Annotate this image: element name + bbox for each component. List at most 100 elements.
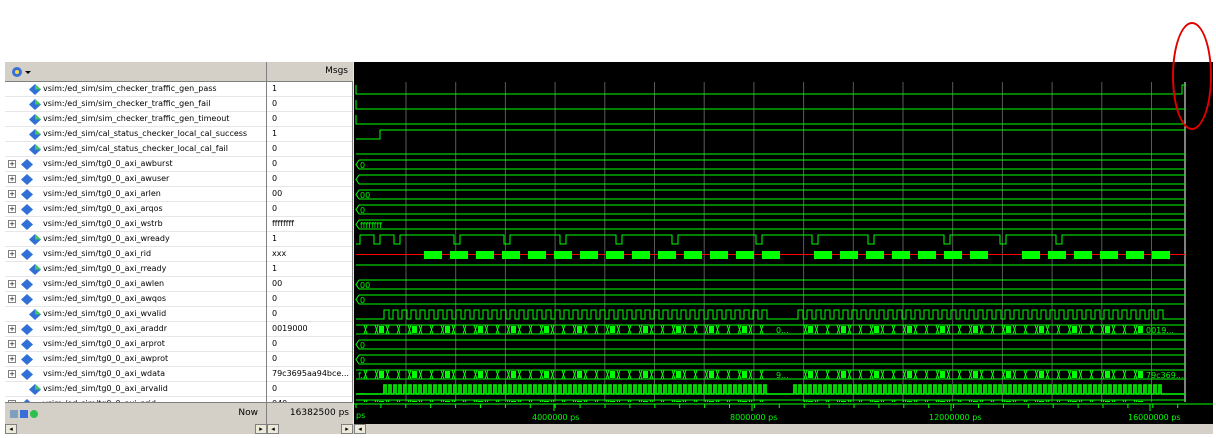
waveform-trace [440, 324, 445, 335]
waveform-trace [1100, 251, 1118, 259]
values-scroll-left-button[interactable]: ◂ [267, 424, 279, 434]
waveform-value-label: 0019... [1146, 326, 1174, 335]
waveform-value-label: 0... [776, 326, 789, 335]
wave-tools-icon[interactable] [11, 65, 33, 79]
expand-toggle-icon[interactable]: + [8, 205, 16, 213]
signal-name-row[interactable]: + vsim:/ed_sim/tg0_0_axi_awqos [5, 292, 266, 307]
waveform-trace [355, 354, 1185, 365]
signal-name-row[interactable]: + vsim:/ed_sim/tg0_0_axi_arprot [5, 337, 266, 352]
horizontal-scrollbars[interactable]: ◂ ▸ ◂ ▸ ◂ [5, 424, 1213, 434]
expand-toggle-icon[interactable]: + [8, 355, 16, 363]
now-row: Now [5, 402, 267, 424]
waveform-trace [858, 369, 863, 380]
waveform-trace [940, 326, 945, 333]
signal-name-row[interactable]: vsim:/ed_sim/sim_checker_traffic_gen_pas… [5, 82, 266, 97]
wave-scroll-left-button[interactable]: ◂ [354, 424, 366, 434]
signal-values-pane[interactable]: 1 0 0 1 0 0 0 00 0 ffffffff 1 xxx 1 00 0 0 0019000 0 0 79c3… [267, 82, 353, 412]
signal-names-pane[interactable]: vsim:/ed_sim/sim_checker_traffic_gen_pas… [5, 82, 267, 412]
waveform-trace [577, 371, 582, 378]
waveform-trace [715, 369, 720, 380]
signal-diamond-icon [21, 189, 33, 200]
expand-toggle-icon[interactable]: + [8, 280, 16, 288]
signal-name: vsim:/ed_sim/cal_status_checker_local_ca… [43, 129, 248, 138]
signal-name-row[interactable]: + vsim:/ed_sim/tg0_0_axi_wstrb [5, 217, 266, 232]
waveform-trace [709, 326, 714, 333]
signal-name-row[interactable]: vsim:/ed_sim/cal_status_checker_local_ca… [5, 127, 266, 142]
signal-name-row[interactable]: + vsim:/ed_sim/tg0_0_axi_awburst [5, 157, 266, 172]
signal-name-row[interactable]: vsim:/ed_sim/tg0_0_axi_wvalid [5, 307, 266, 322]
expand-toggle-icon[interactable]: + [8, 325, 16, 333]
signal-name-row[interactable]: + vsim:/ed_sim/tg0_0_axi_wdata [5, 367, 266, 382]
signal-value: 1 [267, 82, 352, 97]
waveform-trace [572, 369, 577, 380]
cursor-tools-icon[interactable] [9, 408, 39, 420]
waveform-trace [709, 371, 714, 378]
waveform-trace [649, 369, 654, 380]
waveform-trace [968, 369, 973, 380]
waveform-trace [450, 251, 468, 259]
values-scroll-right-button[interactable]: ▸ [341, 424, 353, 434]
waveform-trace [643, 371, 648, 378]
waveform-trace [355, 100, 1185, 110]
expand-toggle-icon[interactable]: + [8, 295, 16, 303]
waveform-trace [874, 326, 879, 333]
now-label: Now [238, 408, 258, 418]
signal-name-row[interactable]: + vsim:/ed_sim/tg0_0_axi_awprot [5, 352, 266, 367]
waveform-trace [462, 369, 467, 380]
expand-toggle-icon[interactable]: + [8, 175, 16, 183]
signal-name-row[interactable]: vsim:/ed_sim/cal_status_checker_local_ca… [5, 142, 266, 157]
signal-name-row[interactable]: + vsim:/ed_sim/tg0_0_axi_arlen [5, 187, 266, 202]
names-scroll-right-button[interactable]: ▸ [255, 424, 267, 434]
waveform-trace [814, 324, 819, 335]
waveform-trace [742, 371, 747, 378]
waveform-trace [561, 324, 566, 335]
expand-toggle-icon[interactable]: + [8, 250, 16, 258]
signal-name-row[interactable]: + vsim:/ed_sim/tg0_0_axi_araddr [5, 322, 266, 337]
waveform-trace [517, 324, 522, 335]
names-scroll-left-button[interactable]: ◂ [5, 424, 17, 434]
signal-name-row[interactable]: + vsim:/ed_sim/tg0_0_axi_rid [5, 247, 266, 262]
signal-name: vsim:/ed_sim/tg0_0_axi_rready [43, 264, 167, 273]
annotation-circle [1172, 22, 1212, 130]
expand-toggle-icon[interactable]: + [8, 370, 16, 378]
signal-name-row[interactable]: vsim:/ed_sim/sim_checker_traffic_gen_fai… [5, 97, 266, 112]
waveform-trace [869, 324, 874, 335]
expand-toggle-icon[interactable]: + [8, 190, 16, 198]
waveform-trace [511, 326, 516, 333]
signal-name-row[interactable]: + vsim:/ed_sim/tg0_0_axi_awlen [5, 277, 266, 292]
signal-value: 0 [267, 352, 352, 367]
waveform-trace [759, 369, 764, 380]
waveform-trace [385, 369, 390, 380]
waveform-value-label: 0 [360, 206, 365, 215]
waveform-trace [990, 369, 995, 380]
waveform-pane[interactable]: 0 00 0 ffffffff 00 0 0 0 0... 0019... f... 9... 79c3… [354, 82, 1213, 410]
signal-diamond-icon [21, 369, 33, 380]
expand-toggle-icon[interactable]: + [8, 160, 16, 168]
waveform-trace [355, 219, 1185, 230]
waveform-trace [841, 371, 846, 378]
signal-name-row[interactable]: vsim:/ed_sim/tg0_0_axi_rready [5, 262, 266, 277]
waveform-trace [554, 251, 572, 259]
signal-name-row[interactable]: vsim:/ed_sim/sim_checker_traffic_gen_tim… [5, 112, 266, 127]
waveform-trace [1152, 251, 1170, 259]
waveform-trace [1012, 324, 1017, 335]
waveform-trace [825, 324, 830, 335]
signal-name-row[interactable]: vsim:/ed_sim/tg0_0_axi_arvalid [5, 382, 266, 397]
waveform-trace [924, 369, 929, 380]
signal-name-row[interactable]: + vsim:/ed_sim/tg0_0_axi_awuser [5, 172, 266, 187]
timeline-tick-label: 4000000 ps [532, 413, 579, 422]
waveform-trace [643, 326, 648, 333]
signal-diamond-icon [21, 339, 33, 350]
waveform-value-label: 0 [360, 341, 365, 350]
waveform-trace [561, 369, 566, 380]
waveform-trace [1105, 371, 1110, 378]
waveform-trace [577, 326, 582, 333]
expand-toggle-icon[interactable]: + [8, 220, 16, 228]
waveform-canvas[interactable]: 0000ffffffff000000... 0019...f... 9... 79c3… [354, 82, 1213, 410]
signal-name-row[interactable]: + vsim:/ed_sim/tg0_0_axi_arqos [5, 202, 266, 217]
timeline-ruler[interactable]: ps 4000000 ps 8000000 ps 12000000 ps 1600000… [354, 402, 1213, 424]
expand-toggle-icon[interactable]: + [8, 340, 16, 348]
waveform-trace [682, 369, 687, 380]
waveform-trace [671, 324, 676, 335]
signal-name-row[interactable]: vsim:/ed_sim/tg0_0_axi_wready [5, 232, 266, 247]
